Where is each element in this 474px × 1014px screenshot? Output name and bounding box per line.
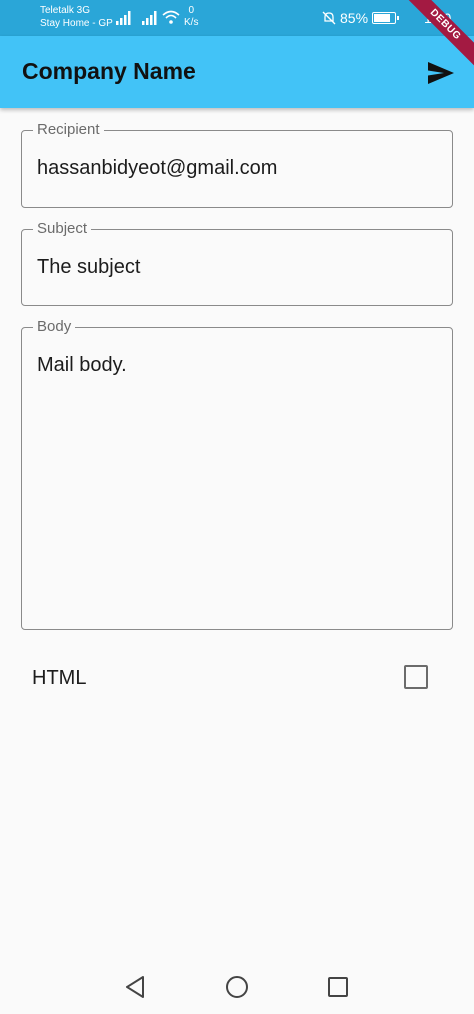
back-triangle-icon[interactable] [123, 974, 149, 1000]
recipient-field[interactable]: Recipient hassanbidyeot@gmail.com [21, 121, 453, 208]
app-bar: Company Name [0, 36, 474, 108]
home-circle-icon[interactable] [224, 974, 250, 1000]
system-nav-bar [0, 960, 474, 1014]
signal-icon [142, 11, 157, 25]
subject-field[interactable]: Subject The subject [21, 220, 453, 306]
speed-unit: K/s [184, 17, 199, 28]
bell-off-icon [322, 11, 336, 25]
html-checkbox[interactable] [404, 665, 428, 689]
carrier-line-1: Teletalk 3G [40, 5, 91, 16]
wifi-icon [162, 10, 180, 24]
html-toggle-label: HTML [32, 667, 87, 689]
signal-icon [116, 11, 131, 25]
send-icon[interactable] [424, 56, 458, 90]
carrier-line-2: Stay Home - GP [40, 18, 113, 29]
battery-percent: 85% [340, 10, 369, 26]
status-bar: Teletalk 3G Stay Home - GP 0 K/s 85% 12:… [0, 0, 474, 36]
body-label: Body [33, 318, 76, 335]
battery-icon [372, 12, 400, 24]
body-field[interactable]: Body Mail body. [21, 318, 453, 630]
body-input[interactable]: Mail body. [37, 354, 127, 377]
recipient-label: Recipient [33, 121, 104, 138]
status-right: 85% [322, 10, 400, 26]
speed-value: 0 [188, 5, 194, 16]
subject-label: Subject [33, 220, 92, 237]
network-speed: 0 K/s [184, 5, 198, 29]
subject-input[interactable]: The subject [37, 256, 140, 279]
recipient-input[interactable]: hassanbidyeot@gmail.com [37, 157, 277, 180]
app-title: Company Name [22, 58, 196, 84]
battery-fill [374, 14, 391, 22]
recents-square-icon[interactable] [325, 974, 351, 1000]
status-time: 12:0 [424, 10, 452, 26]
carrier-info: Teletalk 3G Stay Home - GP [40, 4, 113, 30]
